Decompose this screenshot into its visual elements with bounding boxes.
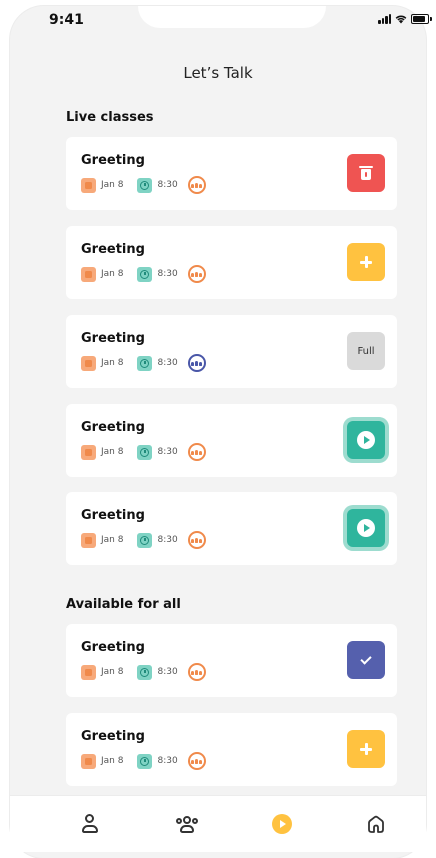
add-button[interactable] <box>347 243 385 281</box>
class-title: Greeting <box>81 640 145 655</box>
class-card[interactable]: Greeting Jan 8 8:30 <box>66 492 397 565</box>
class-title: Greeting <box>81 729 145 744</box>
class-time: 8:30 <box>157 269 178 279</box>
calendar-icon <box>81 355 96 371</box>
tab-home[interactable] <box>364 812 388 836</box>
class-meta: Jan 8 8:30 <box>81 663 206 681</box>
device-notch <box>138 6 326 28</box>
clock-icon <box>137 664 153 680</box>
group-icon <box>187 176 206 194</box>
calendar-icon <box>81 177 96 193</box>
class-meta: Jan 8 8:30 <box>81 354 206 372</box>
clock-icon <box>137 177 153 193</box>
enrolled-button[interactable] <box>347 641 385 679</box>
calendar-icon <box>81 664 96 680</box>
page-title: Let’s Talk <box>183 64 253 82</box>
group-icon <box>187 443 206 461</box>
class-time: 8:30 <box>157 667 178 677</box>
clock-icon <box>137 266 153 282</box>
class-card[interactable]: Greeting Jan 8 8:30 Full <box>66 315 397 388</box>
tab-live[interactable] <box>270 812 294 836</box>
clock-icon <box>137 753 153 769</box>
play-icon <box>272 814 292 834</box>
class-date: Jan 8 <box>101 269 124 279</box>
class-date: Jan 8 <box>101 667 124 677</box>
clock-icon <box>137 532 153 548</box>
trash-icon <box>359 166 373 180</box>
plus-icon <box>360 256 372 268</box>
class-date: Jan 8 <box>101 180 124 190</box>
group-icon <box>187 663 206 681</box>
home-icon <box>368 815 384 833</box>
clock-icon <box>137 444 153 460</box>
calendar-icon <box>81 532 96 548</box>
bottom-tab-bar <box>10 795 426 852</box>
section-title-live-classes: Live classes <box>66 110 154 125</box>
plus-icon <box>360 743 372 755</box>
class-card[interactable]: Greeting Jan 8 8:30 <box>66 226 397 299</box>
class-meta: Jan 8 8:30 <box>81 752 206 770</box>
class-title: Greeting <box>81 420 145 435</box>
class-card[interactable]: Greeting Jan 8 8:30 <box>66 137 397 210</box>
full-status-button[interactable]: Full <box>347 332 385 370</box>
add-button[interactable] <box>347 730 385 768</box>
group-icon <box>175 815 199 833</box>
battery-icon <box>411 14 432 24</box>
delete-button[interactable] <box>347 154 385 192</box>
tab-profile[interactable] <box>78 812 102 836</box>
class-date: Jan 8 <box>101 358 124 368</box>
class-meta: Jan 8 8:30 <box>81 531 206 549</box>
class-meta: Jan 8 8:30 <box>81 176 206 194</box>
group-icon <box>187 531 206 549</box>
play-icon <box>357 431 375 449</box>
class-time: 8:30 <box>157 358 178 368</box>
class-time: 8:30 <box>157 180 178 190</box>
signal-icon <box>378 14 391 24</box>
calendar-icon <box>81 266 96 282</box>
class-time: 8:30 <box>157 447 178 457</box>
play-icon <box>357 519 375 537</box>
clock-icon <box>137 355 153 371</box>
class-date: Jan 8 <box>101 756 124 766</box>
class-title: Greeting <box>81 331 145 346</box>
class-card[interactable]: Greeting Jan 8 8:30 <box>66 624 397 697</box>
status-icons <box>378 14 432 24</box>
calendar-icon <box>81 753 96 769</box>
class-time: 8:30 <box>157 535 178 545</box>
person-icon <box>81 814 99 834</box>
class-date: Jan 8 <box>101 447 124 457</box>
class-card[interactable]: Greeting Jan 8 8:30 <box>66 404 397 477</box>
join-live-button[interactable] <box>347 509 385 547</box>
calendar-icon <box>81 444 96 460</box>
class-date: Jan 8 <box>101 535 124 545</box>
class-title: Greeting <box>81 508 145 523</box>
group-icon <box>187 354 206 372</box>
status-time: 9:41 <box>49 12 84 28</box>
class-title: Greeting <box>81 242 145 257</box>
class-card[interactable]: Greeting Jan 8 8:30 <box>66 713 397 786</box>
class-meta: Jan 8 8:30 <box>81 265 206 283</box>
group-icon <box>187 752 206 770</box>
class-title: Greeting <box>81 153 145 168</box>
check-icon <box>360 652 372 665</box>
class-meta: Jan 8 8:30 <box>81 443 206 461</box>
class-time: 8:30 <box>157 756 178 766</box>
section-title-available-for-all: Available for all <box>66 597 181 612</box>
tab-groups[interactable] <box>175 812 199 836</box>
group-icon <box>187 265 206 283</box>
join-live-button[interactable] <box>347 421 385 459</box>
wifi-icon <box>395 15 407 24</box>
